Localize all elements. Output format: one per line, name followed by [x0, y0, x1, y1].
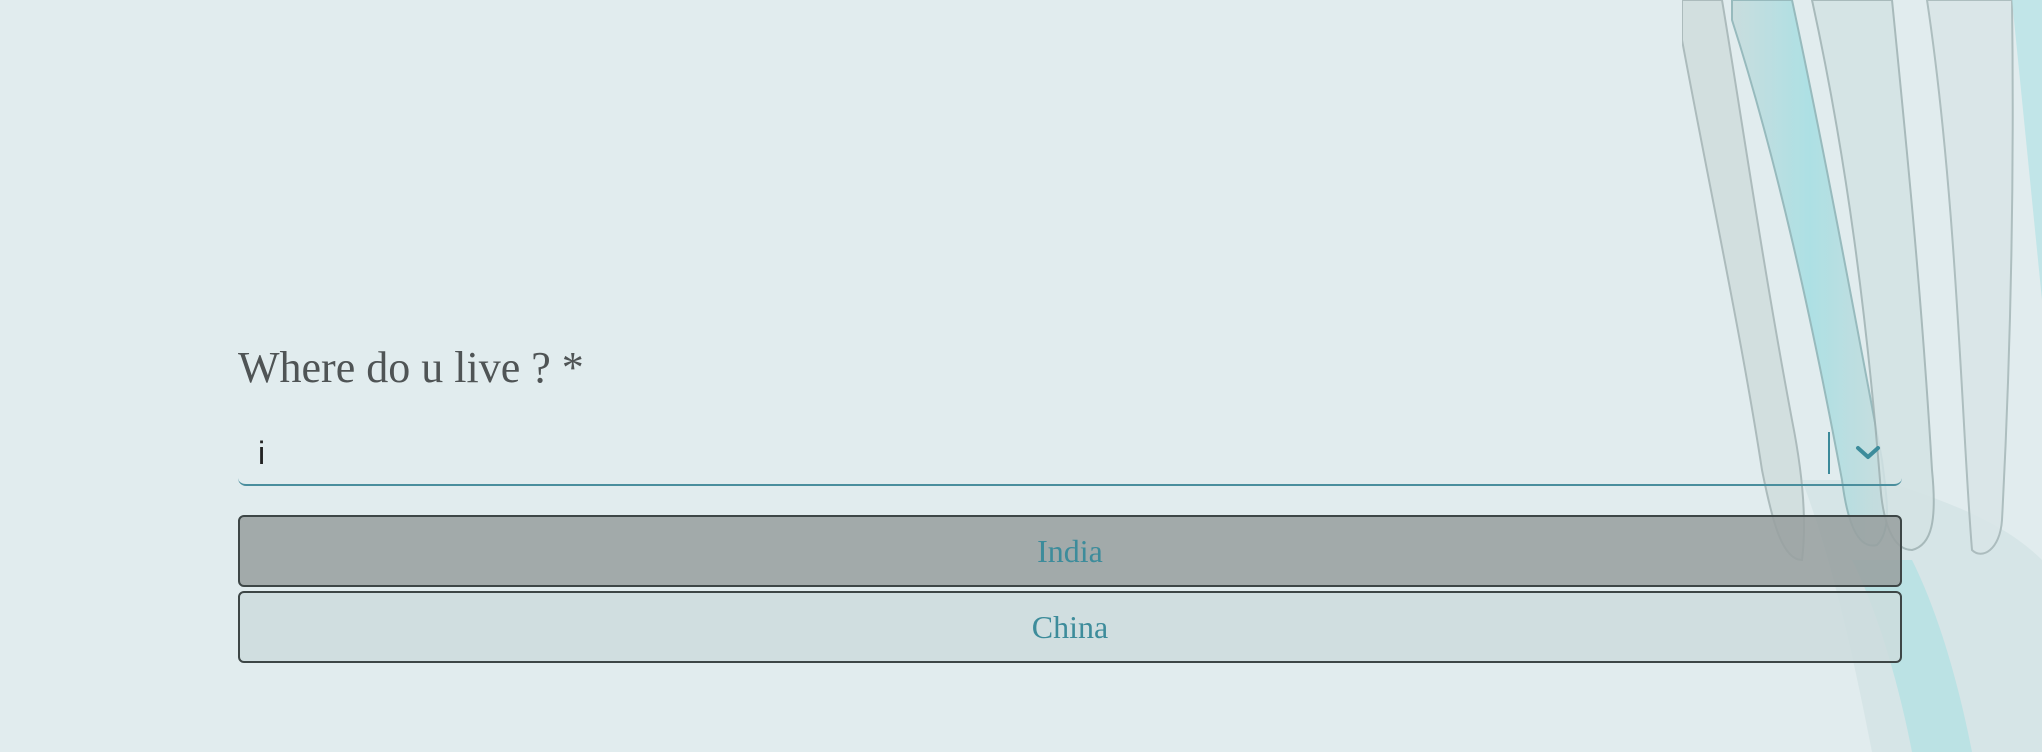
dropdown-indicator-button[interactable] — [1848, 433, 1888, 473]
options-menu: India China — [238, 515, 1902, 667]
chevron-down-icon — [1856, 446, 1880, 459]
question-label: Where do u live ? * — [238, 343, 584, 392]
option-india[interactable]: India — [238, 515, 1902, 587]
indicator-separator — [1828, 432, 1830, 474]
country-select[interactable] — [238, 422, 1902, 486]
option-china[interactable]: China — [238, 591, 1902, 663]
country-search-input[interactable] — [238, 422, 1828, 484]
